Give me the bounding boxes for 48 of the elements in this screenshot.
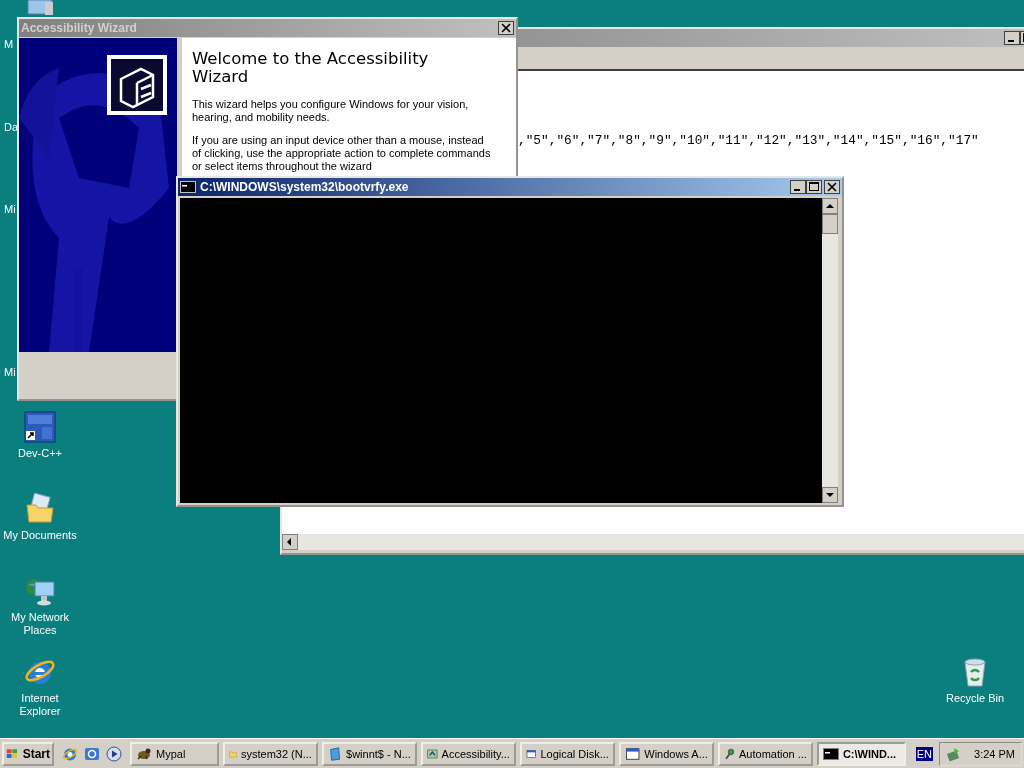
minimize-icon[interactable] — [790, 180, 806, 194]
computer-icon[interactable] — [25, 0, 55, 16]
folder-icon[interactable] — [24, 493, 56, 525]
minimize-icon[interactable] — [1004, 31, 1020, 45]
wizard-paragraph: If you are using an input device other than a mouse, instead of clicking, use the appropriate action to complete commands or select items throughout the wizard — [192, 134, 492, 173]
taskbar-button[interactable]: Windows A... — [618, 741, 714, 766]
icon-label[interactable]: Mi — [4, 203, 16, 215]
taskbar-button[interactable]: system32 (N... — [222, 741, 318, 766]
taskbar-button[interactable]: $winnt$ - N... — [321, 741, 417, 766]
taskbar-button[interactable]: Automation ... — [717, 741, 813, 766]
icon-label[interactable]: Recycle Bin — [937, 692, 1013, 705]
icon-label[interactable]: Da — [4, 121, 19, 133]
window-title: C:\WINDOWS\system32\bootvrfy.exe — [200, 180, 410, 194]
start-button[interactable]: Start — [2, 741, 54, 766]
scroll-up-icon[interactable] — [822, 198, 838, 214]
language-indicator[interactable]: EN — [915, 746, 934, 761]
window-icon — [624, 745, 641, 762]
scroll-left-icon[interactable] — [282, 534, 298, 550]
icon-label[interactable]: Dev-C++ — [2, 447, 78, 460]
text-line: ,"5","6","7","8","9","10","11","12","13","14","15","16","17" — [518, 133, 979, 148]
console-icon — [822, 747, 839, 760]
horizontal-scrollbar[interactable] — [282, 534, 1024, 550]
taskbar-button[interactable]: Logical Disk... — [519, 741, 615, 766]
icon-label[interactable]: My Network Places — [2, 611, 78, 637]
taskbar-button[interactable]: Mypal — [130, 741, 219, 766]
close-icon[interactable] — [824, 180, 840, 194]
maximize-icon[interactable] — [806, 180, 822, 194]
dev-icon[interactable] — [24, 411, 56, 443]
window-title: Accessibility Wizard — [21, 21, 138, 35]
notebook-icon — [327, 745, 343, 762]
taskbar-button[interactable]: C:\WIND... — [816, 741, 906, 766]
media-player-icon[interactable] — [106, 745, 122, 762]
icon-label[interactable]: My Documents — [2, 529, 78, 542]
console-icon — [180, 181, 196, 193]
clock[interactable]: 3:24 PM — [974, 747, 1015, 760]
wizard-logo-icon — [107, 55, 167, 115]
wizard-heading: Welcome to the Accessibility Wizard — [192, 50, 430, 86]
icon-label[interactable]: M — [4, 38, 14, 50]
scroll-down-icon[interactable] — [822, 487, 838, 503]
vertical-scrollbar[interactable] — [822, 198, 838, 503]
wizard-paragraph: This wizard helps you configure Windows for your vision, hearing, and mobility needs. — [192, 98, 470, 124]
icon-label[interactable]: Mi — [4, 366, 16, 378]
scroll-thumb-icon[interactable] — [822, 214, 838, 234]
windows-logo-icon — [6, 746, 19, 761]
taskbar-button[interactable]: Accessibility... — [420, 741, 516, 766]
icon-label[interactable]: Internet Explorer — [2, 692, 78, 718]
mail-icon[interactable] — [84, 745, 100, 762]
close-icon[interactable] — [498, 21, 514, 35]
